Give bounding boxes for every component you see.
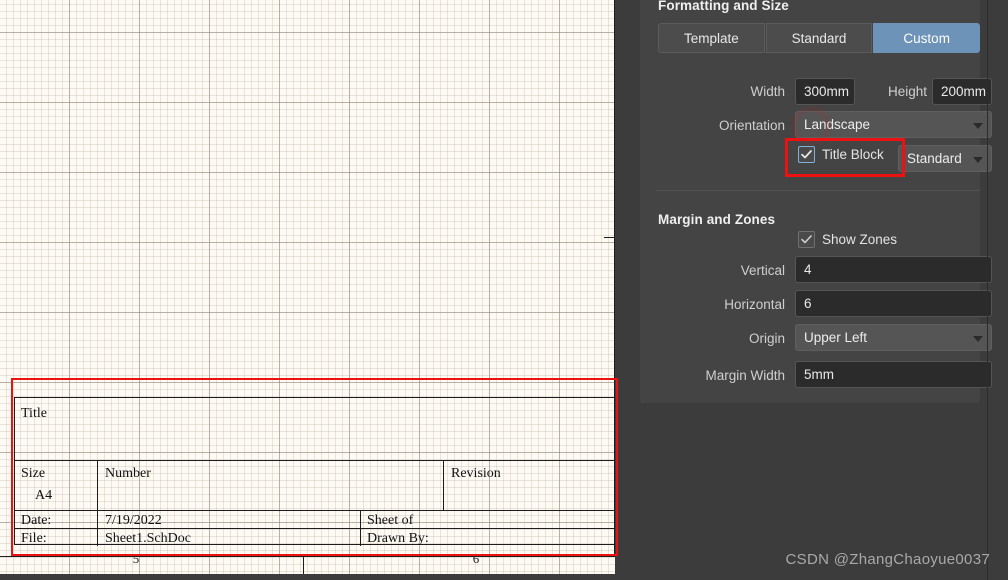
chevron-down-icon [973, 122, 983, 129]
tb-size-label: Size [21, 466, 46, 481]
section-divider [656, 190, 980, 191]
tb-title-label: Title [21, 406, 47, 421]
check-icon [801, 150, 812, 159]
margin-width-label: Margin Width [705, 368, 785, 383]
tb-size-value: A4 [35, 488, 53, 503]
width-input[interactable]: 300mm [795, 78, 855, 105]
origin-label: Origin [748, 331, 785, 346]
tb-date-label: Date: [21, 513, 52, 528]
origin-dropdown[interactable]: Upper Left [795, 324, 992, 351]
title-block[interactable]: Title Size A4 Number Revision Date: 7/19… [14, 397, 616, 546]
vertical-input[interactable]: 4 [795, 256, 992, 283]
tb-vrule-sheet [360, 510, 361, 546]
section-title-formatting: Formatting and Size [658, 0, 789, 13]
properties-panel: Formatting and Size Template Standard Cu… [622, 0, 1008, 580]
tb-revision-label: Revision [451, 466, 501, 481]
tb-rule-2 [15, 510, 616, 511]
tb-vrule-revision [443, 460, 444, 510]
title-block-style-dropdown[interactable]: Standard [898, 145, 992, 172]
sheet-border-bottom [0, 556, 615, 557]
tb-sheet-label: Sheet of [367, 513, 414, 528]
horizontal-input[interactable]: 6 [795, 290, 992, 317]
tb-drawn-by-label: Drawn By: [367, 531, 429, 546]
orientation-dropdown[interactable]: Landscape [795, 111, 992, 138]
margin-width-input[interactable]: 5mm [795, 361, 992, 388]
orientation-label: Orientation [718, 118, 785, 133]
check-icon [801, 235, 812, 244]
tb-number-label: Number [105, 466, 151, 481]
show-zones-checkbox[interactable] [798, 231, 815, 248]
section-title-margin: Margin and Zones [658, 212, 776, 227]
show-zones-checkbox-row[interactable]: Show Zones [798, 231, 897, 248]
tab-custom[interactable]: Custom [873, 23, 980, 53]
panel-right-divider [987, 0, 988, 580]
tb-vrule-datefile [97, 510, 98, 546]
title-block-style-value: Standard [907, 151, 962, 166]
tab-standard[interactable]: Standard [765, 23, 873, 53]
vertical-label: Vertical [740, 263, 785, 278]
horizontal-label: Horizontal [724, 297, 785, 312]
zone-divider-right [604, 237, 615, 238]
tb-date-value: 7/19/2022 [105, 513, 162, 528]
title-block-label: Title Block [822, 147, 884, 162]
origin-value: Upper Left [804, 330, 868, 345]
height-input[interactable]: 200mm [932, 78, 992, 105]
properties-card: Formatting and Size Template Standard Cu… [640, 0, 992, 403]
schematic-canvas[interactable]: Title Size A4 Number Revision Date: 7/19… [0, 0, 622, 580]
canvas-bottom-gutter [0, 574, 622, 580]
format-mode-tabs[interactable]: Template Standard Custom [658, 23, 980, 53]
chevron-down-icon [973, 156, 983, 163]
orientation-value: Landscape [804, 117, 871, 132]
title-block-checkbox[interactable] [798, 146, 815, 163]
csdn-watermark: CSDN @ZhangChaoyue0037 [785, 551, 990, 568]
tb-file-value: Sheet1.SchDoc [105, 531, 191, 546]
tab-template[interactable]: Template [658, 23, 765, 53]
title-block-checkbox-row[interactable]: Title Block [798, 146, 884, 163]
zone-label-6: 6 [472, 551, 480, 566]
height-label: Height [887, 84, 927, 99]
tb-rule-1 [15, 460, 616, 461]
chevron-down-icon [973, 335, 983, 342]
canvas-right-gutter [615, 0, 622, 580]
app-root: Title Size A4 Number Revision Date: 7/19… [0, 0, 1008, 580]
width-label: Width [750, 84, 785, 99]
tb-file-label: File: [21, 531, 47, 546]
zone-label-5: 5 [132, 551, 140, 566]
show-zones-label: Show Zones [822, 232, 898, 247]
